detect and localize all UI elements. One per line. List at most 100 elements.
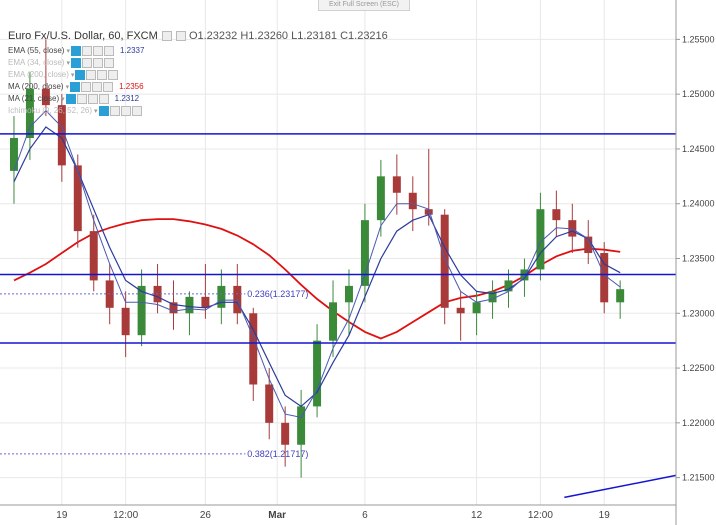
candle-body bbox=[233, 285, 242, 314]
indicator-row[interactable]: EMA (55, close) ▾ 1.2337 bbox=[8, 45, 144, 57]
candle-body bbox=[201, 296, 210, 308]
settings-icon[interactable] bbox=[161, 31, 172, 42]
close-icon[interactable] bbox=[103, 45, 114, 56]
dropdown-icon[interactable]: ▾ bbox=[66, 48, 70, 55]
indicator-value: 1.2337 bbox=[119, 46, 145, 55]
close-icon[interactable] bbox=[108, 69, 119, 80]
exit-fullscreen-button[interactable]: Exit Full Screen (ESC) bbox=[318, 0, 410, 11]
settings-icon[interactable] bbox=[86, 69, 97, 80]
dropdown-icon[interactable]: ▾ bbox=[71, 72, 75, 79]
time-axis[interactable]: 19 12:00 26 Mar 6 12 12:00 19 bbox=[0, 504, 676, 521]
time-tick-label: 12 bbox=[471, 510, 483, 521]
fib-label: 0.382(1.21717) bbox=[247, 449, 308, 459]
dropdown-icon[interactable]: ▾ bbox=[66, 84, 70, 91]
eye-icon[interactable] bbox=[75, 69, 86, 80]
time-tick-label: 19 bbox=[56, 510, 68, 521]
indicator-value: 1.2312 bbox=[114, 94, 140, 103]
indicator-row[interactable]: EMA (34, close) ▾ bbox=[8, 57, 114, 69]
close-icon[interactable] bbox=[131, 105, 142, 116]
time-tick-label: 26 bbox=[200, 510, 212, 521]
settings-icon[interactable] bbox=[81, 81, 92, 92]
price-tick-label: 1.22000 bbox=[682, 418, 715, 428]
dropdown-icon[interactable]: ▾ bbox=[66, 60, 70, 67]
indicator-label: EMA (34, close) bbox=[8, 58, 65, 67]
candle-body bbox=[408, 192, 417, 210]
indicator-label: MA (200, close) bbox=[8, 82, 64, 91]
compare-icon[interactable] bbox=[175, 31, 186, 42]
close-value: C1.23216 bbox=[340, 30, 388, 42]
price-tick-label: 1.24500 bbox=[682, 144, 715, 154]
close-icon[interactable] bbox=[103, 57, 114, 68]
eye-icon[interactable] bbox=[70, 81, 81, 92]
indicator-row[interactable]: MA (200, close) ▾ 1.2356 bbox=[8, 81, 144, 93]
candle-body bbox=[137, 285, 146, 336]
candle-body bbox=[392, 176, 401, 193]
price-tick-label: 1.23500 bbox=[682, 254, 715, 264]
time-tick-label: 12:00 bbox=[113, 510, 138, 521]
candle-body bbox=[185, 296, 194, 314]
candle-body bbox=[552, 209, 561, 221]
high-value: H1.23260 bbox=[240, 30, 289, 42]
time-tick-label: 12:00 bbox=[528, 510, 553, 521]
price-axis[interactable]: 1.25500 1.25000 1.24500 1.24000 1.23500 1.230… bbox=[675, 0, 716, 525]
eye-icon[interactable] bbox=[70, 57, 81, 68]
add-icon[interactable] bbox=[92, 57, 103, 68]
horizontal-levels[interactable]: 1.246371.233541.227291.23216 bbox=[0, 126, 716, 350]
dropdown-icon[interactable]: ▾ bbox=[94, 108, 98, 115]
trendline-segment[interactable] bbox=[564, 474, 677, 499]
candle-body bbox=[281, 422, 290, 445]
eye-icon[interactable] bbox=[98, 105, 109, 116]
eye-icon[interactable] bbox=[65, 93, 76, 104]
settings-icon[interactable] bbox=[109, 105, 120, 116]
chart-header: Euro Fx/U.S. Dollar, 60, FXCM O1.23232 H… bbox=[8, 30, 388, 42]
price-tick-label: 1.23000 bbox=[682, 308, 715, 318]
close-icon[interactable] bbox=[98, 93, 109, 104]
price-tick-label: 1.25000 bbox=[682, 89, 715, 99]
settings-icon[interactable] bbox=[76, 93, 87, 104]
price-tick-label: 1.25500 bbox=[682, 34, 715, 44]
symbol-title[interactable]: Euro Fx/U.S. Dollar, 60, FXCM bbox=[8, 30, 158, 42]
candle-body bbox=[616, 289, 625, 303]
add-icon[interactable] bbox=[97, 69, 108, 80]
candle-body bbox=[265, 384, 274, 423]
fib-label: 0.236(1.23177) bbox=[247, 289, 308, 299]
add-icon[interactable] bbox=[92, 81, 103, 92]
settings-icon[interactable] bbox=[81, 57, 92, 68]
candle-body bbox=[217, 285, 226, 308]
candle-body bbox=[329, 302, 338, 341]
candle-body bbox=[121, 307, 130, 336]
fib-levels: 0.236(1.23177) 0.382(1.21717) bbox=[0, 289, 308, 459]
price-tick-label: 1.21500 bbox=[682, 473, 715, 483]
indicator-row[interactable]: EMA (200, close) ▾ bbox=[8, 69, 119, 81]
candle-body bbox=[456, 307, 465, 314]
add-icon[interactable] bbox=[87, 93, 98, 104]
eye-icon[interactable] bbox=[70, 45, 81, 56]
candle-body bbox=[89, 231, 98, 281]
candle-body bbox=[376, 176, 385, 221]
indicator-row[interactable]: Ichimoku (9, 26, 52, 26) ▾ bbox=[8, 105, 142, 117]
add-icon[interactable] bbox=[120, 105, 131, 116]
close-icon[interactable] bbox=[103, 81, 114, 92]
indicator-label: EMA (200, close) bbox=[8, 70, 69, 79]
time-tick-label: Mar bbox=[268, 510, 286, 521]
candle-body bbox=[73, 165, 82, 232]
indicator-label: EMA (55, close) bbox=[8, 46, 65, 55]
price-tick-label: 1.22500 bbox=[682, 363, 715, 373]
time-tick-label: 19 bbox=[599, 510, 611, 521]
settings-icon[interactable] bbox=[81, 45, 92, 56]
price-tick-label: 1.24000 bbox=[682, 199, 715, 209]
indicator-label: MA (21, close) bbox=[8, 94, 60, 103]
indicator-row[interactable]: MA (21, close) ▾ 1.2312 bbox=[8, 93, 139, 105]
candle-body bbox=[313, 340, 322, 407]
candle-body bbox=[9, 137, 18, 171]
candle-body bbox=[344, 285, 353, 303]
indicator-label: Ichimoku (9, 26, 52, 26) bbox=[8, 106, 93, 115]
dropdown-icon[interactable]: ▾ bbox=[61, 96, 65, 103]
add-icon[interactable] bbox=[92, 45, 103, 56]
indicator-value: 1.2356 bbox=[119, 82, 144, 91]
candle-body bbox=[440, 214, 449, 308]
low-value: L1.23181 bbox=[291, 30, 338, 42]
open-value: O1.23232 bbox=[188, 30, 238, 42]
trendline[interactable] bbox=[564, 474, 677, 499]
candle-body bbox=[472, 302, 481, 314]
